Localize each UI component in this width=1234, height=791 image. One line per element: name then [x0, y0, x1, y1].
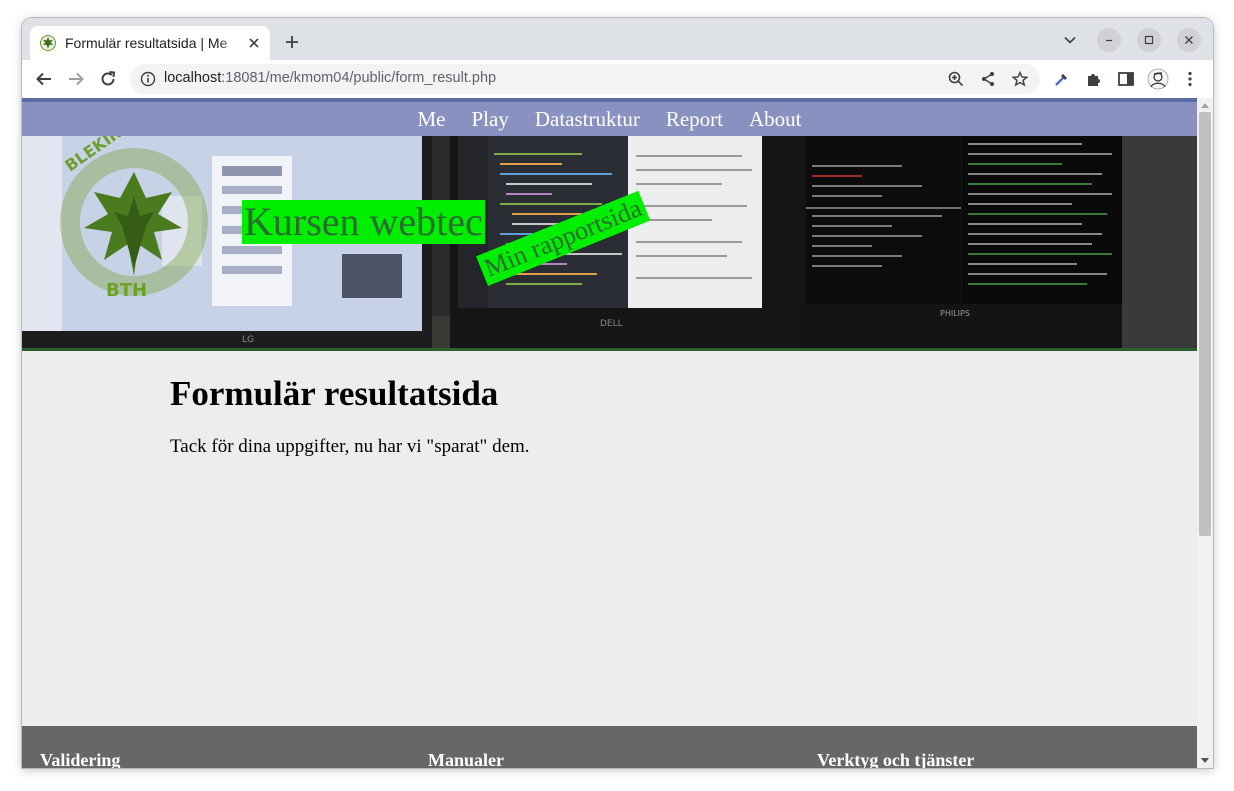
- new-tab-icon[interactable]: [280, 30, 304, 54]
- close-tab-icon[interactable]: [246, 35, 262, 51]
- reload-icon[interactable]: [96, 67, 120, 91]
- url-path: :18081/me/kmom04/public/form_result.php: [221, 70, 497, 86]
- nav-link-report[interactable]: Report: [666, 107, 723, 132]
- site-footer: Validering Manualer Verktyg och tjänster: [22, 726, 1197, 768]
- nav-link-play[interactable]: Play: [472, 107, 509, 132]
- minimize-icon[interactable]: [1097, 28, 1121, 52]
- banner-image: LG BLEKINGE TEKNISKA HÖGSKOLA BTH: [22, 136, 1197, 348]
- profile-avatar-icon[interactable]: [1146, 67, 1170, 91]
- side-panel-icon[interactable]: [1114, 67, 1138, 91]
- eyedropper-extension-icon[interactable]: [1050, 67, 1074, 91]
- browser-window: Formulär resultatsida | Me localhost:180…: [22, 18, 1213, 768]
- maximize-icon[interactable]: [1137, 28, 1161, 52]
- site-info-icon[interactable]: [140, 71, 156, 87]
- result-message: Tack för dina uppgifter, nu har vi "spar…: [170, 436, 530, 457]
- header-banner: LG BLEKINGE TEKNISKA HÖGSKOLA BTH: [22, 136, 1197, 348]
- vertical-scrollbar[interactable]: [1197, 98, 1213, 768]
- url-host: localhost: [164, 70, 222, 86]
- zoom-icon[interactable]: [944, 67, 968, 91]
- footer-heading-verktyg: Verktyg och tjänster: [817, 750, 975, 768]
- leaf-favicon-icon: [40, 35, 56, 51]
- more-menu-icon[interactable]: [1178, 67, 1202, 91]
- footer-heading-manualer: Manualer: [428, 750, 504, 768]
- browser-tab[interactable]: Formulär resultatsida | Me: [30, 26, 270, 60]
- scroll-up-arrow-icon[interactable]: [1197, 98, 1213, 112]
- share-icon[interactable]: [976, 67, 1000, 91]
- banner-border: [22, 348, 1197, 351]
- tab-search-icon[interactable]: [1058, 28, 1082, 52]
- nav-link-datastruktur[interactable]: Datastruktur: [535, 107, 640, 132]
- tab-strip: Formulär resultatsida | Me: [22, 18, 1213, 60]
- page-title: Formulär resultatsida: [170, 374, 499, 413]
- nav-link-about[interactable]: About: [749, 107, 802, 132]
- philips-logo: PHILIPS: [940, 309, 970, 318]
- dell-logo: DELL: [600, 319, 623, 329]
- forward-arrow-icon[interactable]: [64, 67, 88, 91]
- nav-link-me[interactable]: Me: [418, 107, 446, 132]
- address-bar[interactable]: localhost:18081/me/kmom04/public/form_re…: [130, 64, 1040, 94]
- footer-heading-validering: Validering: [40, 750, 121, 768]
- site-navbar: Me Play Datastruktur Report About: [22, 102, 1197, 136]
- scroll-down-arrow-icon[interactable]: [1197, 754, 1213, 768]
- site-title[interactable]: Kursen webtec: [242, 200, 485, 244]
- tab-title: Formulär resultatsida | Me: [65, 35, 228, 51]
- extensions-puzzle-icon[interactable]: [1082, 67, 1106, 91]
- bookmark-star-icon[interactable]: [1008, 67, 1032, 91]
- lg-logo: LG: [242, 335, 254, 345]
- page-viewport: Me Play Datastruktur Report About LG BTH…: [22, 98, 1197, 768]
- svg-text:BTH: BTH: [106, 280, 147, 301]
- url-text: localhost:18081/me/kmom04/public/form_re…: [164, 70, 496, 86]
- browser-toolbar: localhost:18081/me/kmom04/public/form_re…: [22, 60, 1213, 98]
- back-arrow-icon[interactable]: [32, 67, 56, 91]
- close-window-icon[interactable]: [1177, 28, 1201, 52]
- scrollbar-thumb[interactable]: [1199, 112, 1211, 536]
